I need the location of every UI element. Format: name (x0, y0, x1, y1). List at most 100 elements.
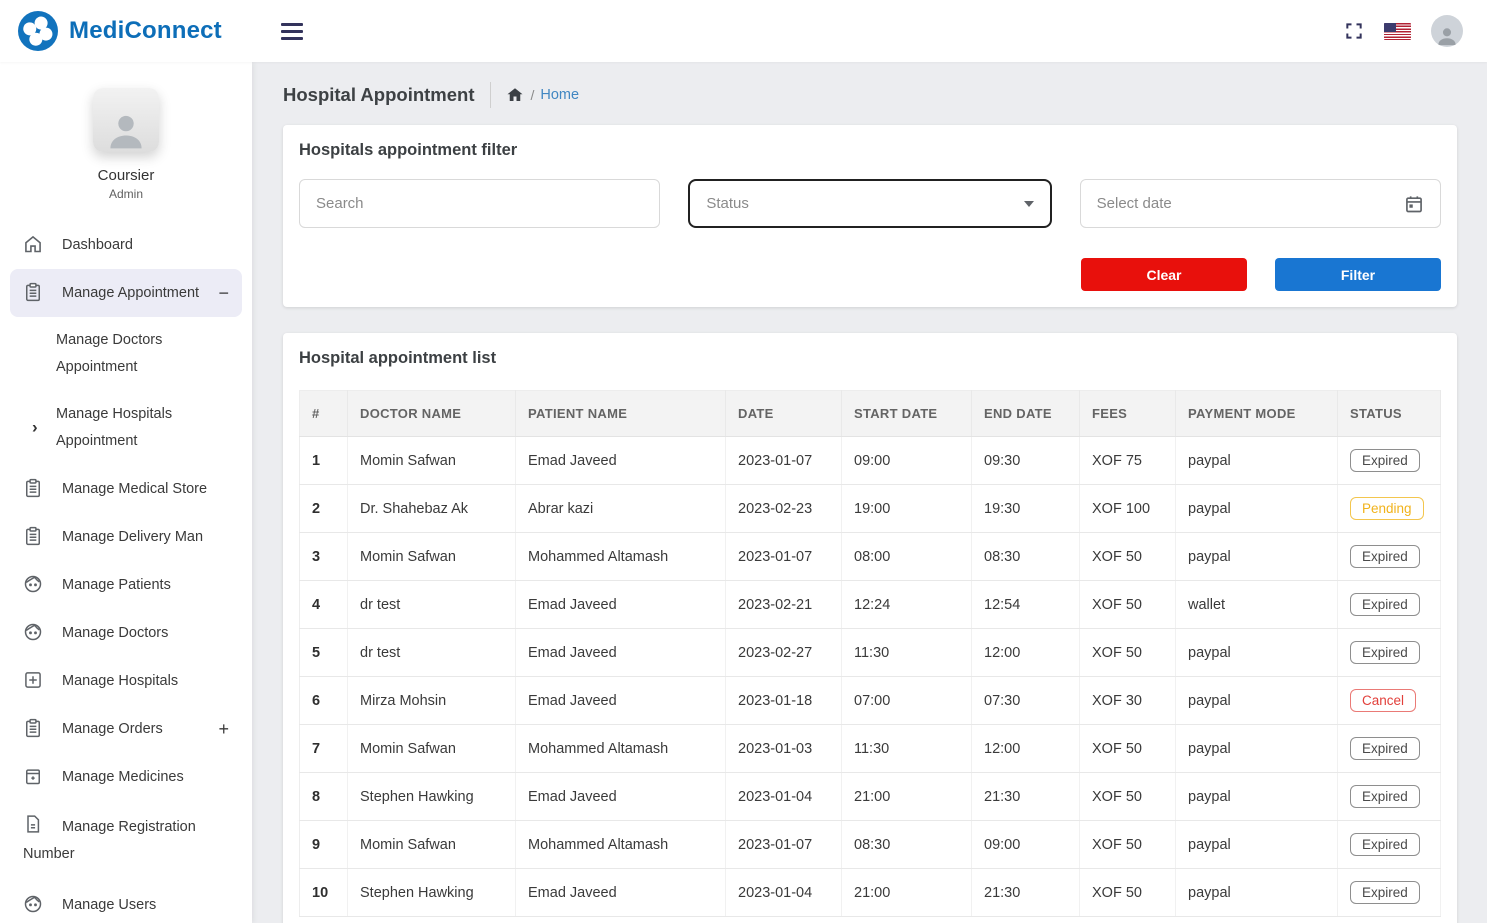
cell-end: 19:30 (972, 485, 1080, 533)
status-badge[interactable]: Cancel (1350, 689, 1416, 712)
sidebar-item-manage-users[interactable]: Manage Users (10, 881, 242, 923)
calendar-icon[interactable] (1404, 194, 1424, 214)
sidebar-item-manage-doctors[interactable]: Manage Doctors (10, 609, 242, 657)
status-badge[interactable]: Expired (1350, 545, 1420, 568)
table-row: 7Momin SafwanMohammed Altamash2023-01-03… (300, 725, 1441, 773)
cell-payment: paypal (1176, 821, 1338, 869)
sidebar-item-manage-medicines[interactable]: Manage Medicines (10, 753, 242, 801)
table-body: 1Momin SafwanEmad Javeed2023-01-0709:000… (300, 437, 1441, 917)
cell-payment: paypal (1176, 773, 1338, 821)
cell-payment: paypal (1176, 437, 1338, 485)
sidebar-subitem-manage-hospitals-appointment[interactable]: ›Manage Hospitals Appointment (10, 391, 242, 465)
user-avatar-icon[interactable] (1431, 15, 1463, 47)
cell-payment: wallet (1176, 581, 1338, 629)
date-field[interactable]: Select date (1080, 179, 1441, 228)
breadcrumb-separator: / (531, 87, 535, 103)
sidebar-item-label: Dashboard (62, 237, 133, 253)
status-badge[interactable]: Expired (1350, 593, 1420, 616)
table-row: 3Momin SafwanMohammed Altamash2023-01-07… (300, 533, 1441, 581)
status-badge[interactable]: Expired (1350, 833, 1420, 856)
cell-num: 7 (300, 725, 348, 773)
cell-doctor: Stephen Hawking (348, 869, 516, 917)
search-input[interactable] (316, 195, 643, 212)
sidebar-item-manage-delivery-man[interactable]: Manage Delivery Man (10, 513, 242, 561)
cell-patient: Mohammed Altamash (516, 533, 726, 581)
menu-icon[interactable] (281, 20, 307, 42)
appointment-list-title: Hospital appointment list (299, 349, 1441, 368)
status-badge[interactable]: Expired (1350, 449, 1420, 472)
cell-doctor: dr test (348, 629, 516, 677)
chevron-down-icon (1024, 201, 1034, 207)
cell-date: 2023-01-04 (726, 773, 842, 821)
cell-doctor: Momin Safwan (348, 533, 516, 581)
table-row: 2Dr. Shahebaz AkAbrar kazi2023-02-2319:0… (300, 485, 1441, 533)
filter-button[interactable]: Filter (1275, 258, 1441, 291)
app-header: MediConnect (0, 0, 1487, 62)
status-select[interactable]: Status (688, 179, 1051, 228)
home-icon[interactable] (506, 86, 524, 104)
sidebar-item-manage-registration-number[interactable]: Manage Registration Number (10, 801, 242, 881)
cell-fees: XOF 50 (1080, 581, 1176, 629)
sidebar-item-label: Manage Hospitals (62, 673, 178, 689)
face-icon (23, 622, 45, 644)
cell-status: Expired (1338, 821, 1441, 869)
sidebar-subitem-label: Manage Hospitals Appointment (56, 406, 172, 449)
sidebar-item-manage-orders[interactable]: Manage Orders+ (10, 705, 242, 753)
filter-card-title: Hospitals appointment filter (299, 141, 1441, 160)
cell-start: 21:00 (842, 773, 972, 821)
cell-num: 5 (300, 629, 348, 677)
cell-end: 21:30 (972, 773, 1080, 821)
sidebar-item-manage-patients[interactable]: Manage Patients (10, 561, 242, 609)
cell-payment: paypal (1176, 533, 1338, 581)
breadcrumb-divider (490, 82, 491, 108)
collapse-icon[interactable]: − (218, 287, 229, 299)
cell-status: Expired (1338, 869, 1441, 917)
appointment-table: #DOCTOR NAMEPATIENT NAMEDATESTART DATEEN… (299, 390, 1441, 917)
cell-start: 19:00 (842, 485, 972, 533)
cell-patient: Emad Javeed (516, 629, 726, 677)
clipboard-icon (23, 282, 45, 304)
cell-payment: paypal (1176, 677, 1338, 725)
sidebar-item-dashboard[interactable]: Dashboard (10, 221, 242, 269)
sidebar-item-manage-medical-store[interactable]: Manage Medical Store (10, 465, 242, 513)
cell-start: 21:00 (842, 869, 972, 917)
breadcrumb-home-link[interactable]: Home (540, 87, 579, 103)
clipboard-icon (23, 526, 45, 548)
cell-doctor: Momin Safwan (348, 821, 516, 869)
cell-num: 4 (300, 581, 348, 629)
status-badge[interactable]: Pending (1350, 497, 1424, 520)
sidebar-item-label: Manage Medical Store (62, 481, 207, 497)
cell-date: 2023-02-27 (726, 629, 842, 677)
cell-num: 6 (300, 677, 348, 725)
cell-num: 2 (300, 485, 348, 533)
search-field[interactable] (299, 179, 660, 228)
cell-fees: XOF 50 (1080, 725, 1176, 773)
cell-start: 08:00 (842, 533, 972, 581)
clear-button[interactable]: Clear (1081, 258, 1247, 291)
status-badge[interactable]: Expired (1350, 737, 1420, 760)
fullscreen-icon[interactable] (1344, 21, 1364, 41)
cell-end: 09:30 (972, 437, 1080, 485)
sidebar-subitem-label: Manage Doctors Appointment (56, 332, 162, 375)
profile-role: Admin (0, 187, 252, 201)
cell-date: 2023-01-03 (726, 725, 842, 773)
column-header: STATUS (1338, 391, 1441, 437)
expand-icon[interactable]: + (218, 723, 229, 735)
sidebar-subitem-manage-doctors-appointment[interactable]: Manage Doctors Appointment (10, 317, 242, 391)
status-badge[interactable]: Expired (1350, 641, 1420, 664)
cell-end: 08:30 (972, 533, 1080, 581)
table-row: 9Momin SafwanMohammed Altamash2023-01-07… (300, 821, 1441, 869)
column-header: PATIENT NAME (516, 391, 726, 437)
cell-end: 21:30 (972, 869, 1080, 917)
cell-doctor: dr test (348, 581, 516, 629)
cell-patient: Emad Javeed (516, 869, 726, 917)
cell-date: 2023-01-07 (726, 533, 842, 581)
cell-status: Expired (1338, 581, 1441, 629)
us-flag-icon[interactable] (1384, 23, 1411, 40)
sidebar-item-manage-appointment[interactable]: Manage Appointment− (10, 269, 242, 317)
status-badge[interactable]: Expired (1350, 881, 1420, 904)
sidebar-item-manage-hospitals[interactable]: Manage Hospitals (10, 657, 242, 705)
table-row: 1Momin SafwanEmad Javeed2023-01-0709:000… (300, 437, 1441, 485)
status-badge[interactable]: Expired (1350, 785, 1420, 808)
cell-end: 12:00 (972, 725, 1080, 773)
